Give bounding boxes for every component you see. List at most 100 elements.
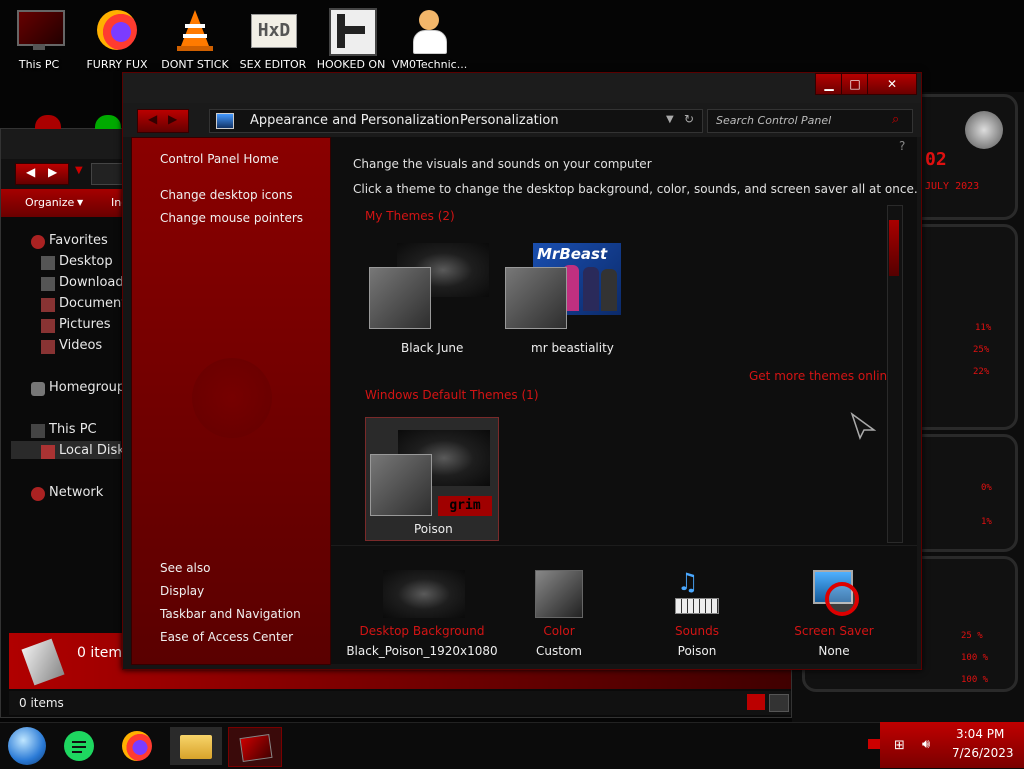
- theme-settings-bar: Desktop Background Black_Poison_1920x108…: [331, 545, 917, 664]
- desktop-icon-vm0technic[interactable]: VM0Technic...: [392, 6, 467, 71]
- game-icon: [327, 6, 377, 56]
- nav-favorites[interactable]: Favorites: [49, 233, 108, 248]
- downloads-folder-icon: [41, 277, 55, 291]
- firefox-icon: [122, 731, 152, 761]
- nav-local-disk[interactable]: Local Disk: [59, 443, 125, 458]
- breadcrumb-personalization[interactable]: Personalization: [460, 113, 559, 128]
- document-icon: [21, 638, 65, 686]
- taskbar: [0, 722, 1024, 769]
- see-also-heading: See also: [160, 561, 211, 575]
- refresh-icon[interactable]: ↻: [684, 112, 694, 126]
- personalization-window: ▁ □ ✕ ◀ ▶ Appearance and Personalization…: [122, 72, 922, 670]
- organize-button[interactable]: Organize: [25, 196, 74, 209]
- minimize-button[interactable]: ▁: [815, 73, 843, 95]
- taskbar-chat-app[interactable]: [56, 727, 108, 765]
- maximize-button[interactable]: □: [841, 73, 869, 95]
- window-titlebar[interactable]: ▁ □ ✕: [123, 73, 921, 103]
- page-subheading: Click a theme to change the desktop back…: [353, 182, 918, 196]
- link-display[interactable]: Display: [160, 584, 204, 598]
- clock-date[interactable]: 7/26/2023: [952, 746, 1014, 760]
- back-arrow-icon[interactable]: ◀: [26, 165, 35, 179]
- breadcrumb-appearance[interactable]: Appearance and Personalization: [250, 113, 459, 128]
- clock-time[interactable]: 3:04 PM: [956, 727, 1004, 741]
- monitor-icon: [15, 6, 65, 54]
- organize-dropdown-icon[interactable]: ▼: [77, 198, 83, 207]
- taskbar-file-explorer[interactable]: [170, 727, 222, 765]
- nav-downloads[interactable]: Downloads: [59, 275, 130, 290]
- screen-saver-title: Screen Saver: [794, 624, 874, 638]
- color-title: Color: [543, 624, 575, 638]
- search-icon[interactable]: ⌕: [892, 112, 899, 127]
- doctor-avatar-icon: [405, 6, 453, 54]
- large-icons-view-icon[interactable]: [769, 694, 789, 712]
- get-more-themes-link[interactable]: Get more themes online: [749, 369, 895, 383]
- address-dropdown-icon[interactable]: ▼: [666, 114, 674, 125]
- desktop-icon-sex-editor[interactable]: HxD SEX EDITOR: [236, 6, 310, 71]
- local-disk-icon: [41, 445, 55, 459]
- details-view-icon[interactable]: [747, 694, 765, 710]
- volume-tray-icon[interactable]: 🔊︎: [922, 737, 930, 752]
- explorer-status-bar: 0 items: [9, 691, 791, 715]
- forward-arrow-icon[interactable]: ▶: [48, 165, 57, 179]
- my-themes-heading: My Themes (2): [365, 209, 455, 223]
- link-change-mouse-pointers[interactable]: Change mouse pointers: [160, 211, 303, 225]
- nav-buttons: ◀ ▶: [137, 109, 189, 133]
- forward-arrow-icon[interactable]: ▶: [168, 112, 177, 126]
- tray-overflow-icon[interactable]: [868, 739, 880, 749]
- desktop-folder-icon: [41, 256, 55, 270]
- address-toolbar: ◀ ▶ Appearance and Personalization Perso…: [123, 103, 921, 137]
- control-panel-icon: [216, 113, 234, 129]
- recent-dropdown-icon[interactable]: ▼: [75, 165, 83, 176]
- homegroup-icon: [31, 382, 45, 396]
- explorer-address-bar[interactable]: [91, 163, 123, 185]
- wallpaper-thumbnail-icon: [383, 570, 465, 618]
- back-arrow-icon[interactable]: ◀: [148, 112, 157, 126]
- favorites-star-icon: [31, 235, 45, 249]
- left-task-pane: Control Panel Home Change desktop icons …: [131, 137, 331, 665]
- theme-black-june[interactable]: Black June: [367, 243, 497, 363]
- taskbar-firefox[interactable]: [112, 727, 164, 765]
- screen-saver-value: None: [818, 644, 850, 658]
- link-ease-of-access[interactable]: Ease of Access Center: [160, 630, 293, 644]
- taskbar-personalization[interactable]: [228, 727, 282, 767]
- file-explorer-icon: [180, 735, 212, 759]
- back-forward-buttons[interactable]: ◀ ▶: [15, 163, 69, 185]
- hxd-editor-icon: HxD: [249, 6, 297, 54]
- nav-homegroup[interactable]: Homegroup: [49, 380, 125, 395]
- themes-list: My Themes (2) Black June MrBeast mr beas…: [353, 205, 895, 541]
- theme-poison[interactable]: grim Poison: [365, 417, 499, 541]
- default-themes-heading: Windows Default Themes (1): [365, 388, 539, 402]
- theme-mr-beastiality[interactable]: MrBeast mr beastiality: [503, 243, 633, 363]
- personalization-app-icon: [239, 734, 273, 762]
- system-tray: ⊞ 🔊︎ 3:04 PM 7/26/2023: [880, 722, 1024, 768]
- link-taskbar-navigation[interactable]: Taskbar and Navigation: [160, 607, 301, 621]
- address-bar[interactable]: Appearance and Personalization Personali…: [209, 109, 703, 133]
- close-button[interactable]: ✕: [867, 73, 917, 95]
- firefox-icon: [93, 6, 141, 54]
- network-tray-icon[interactable]: ⊞: [894, 738, 905, 753]
- nav-this-pc[interactable]: This PC: [49, 422, 97, 437]
- color-value: Custom: [536, 644, 582, 658]
- desktop-icon-this-pc[interactable]: This PC: [2, 6, 76, 71]
- start-button[interactable]: [4, 727, 56, 765]
- alienware-logo-icon: [965, 111, 1003, 149]
- scrollbar-thumb[interactable]: [889, 220, 899, 276]
- search-box[interactable]: Search Control Panel ⌕: [707, 109, 913, 133]
- search-input[interactable]: Search Control Panel: [716, 114, 831, 127]
- themes-scrollbar[interactable]: [887, 205, 903, 543]
- nav-pictures[interactable]: Pictures: [59, 317, 110, 332]
- chat-app-icon: [64, 731, 94, 761]
- desktop-icon-furry-fux[interactable]: FURRY FUX: [80, 6, 154, 71]
- theme-color-swatch: [370, 454, 432, 516]
- theme-color-swatch: [369, 267, 431, 329]
- nav-videos[interactable]: Videos: [59, 338, 102, 353]
- help-icon[interactable]: ?: [899, 139, 905, 153]
- link-change-desktop-icons[interactable]: Change desktop icons: [160, 188, 293, 202]
- nav-network[interactable]: Network: [49, 485, 103, 500]
- nav-desktop[interactable]: Desktop: [59, 254, 113, 269]
- desktop-icon-dont-stick[interactable]: DONT STICK: [158, 6, 232, 71]
- desktop-icon-hooked-on[interactable]: HOOKED ON: [314, 6, 388, 71]
- link-control-panel-home[interactable]: Control Panel Home: [160, 152, 279, 166]
- status-item-count: 0 items: [19, 696, 64, 710]
- grim-badge: grim: [438, 496, 492, 516]
